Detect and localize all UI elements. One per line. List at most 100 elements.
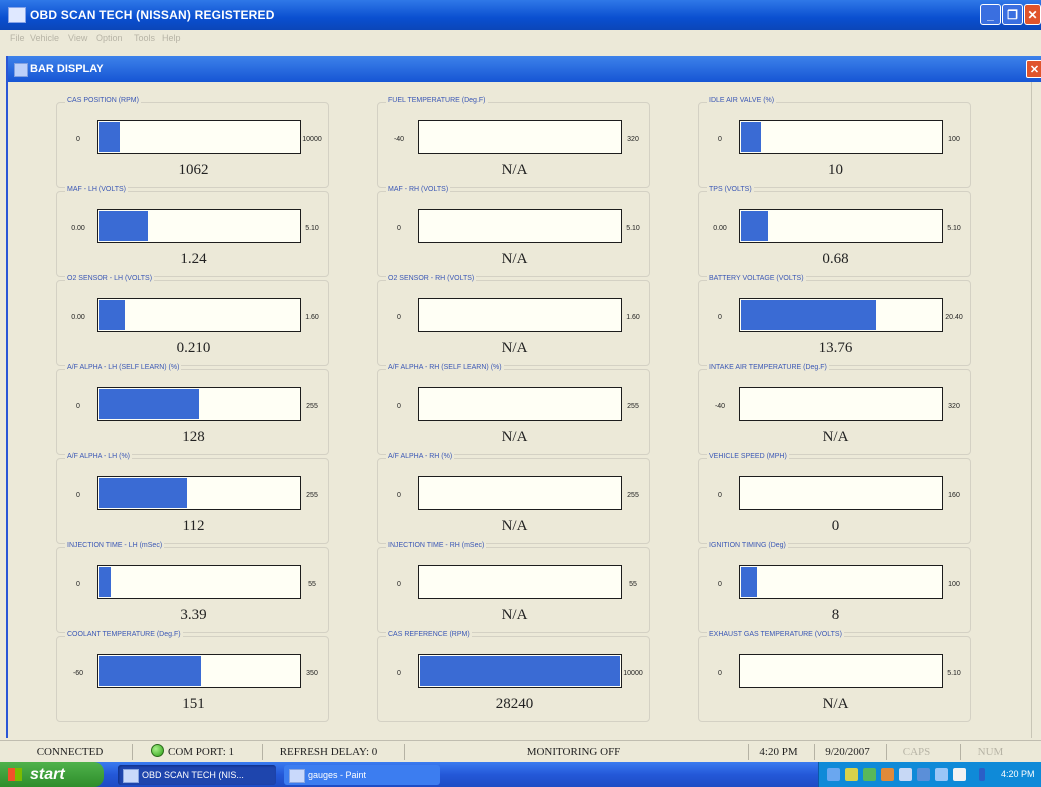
maximize-button[interactable]: ❐ [1002, 4, 1023, 25]
gauge-panel: CAS POSITION (RPM) 0 10000 1062 FUEL TEMPERA… [14, 82, 1032, 738]
gauge-card: A/F ALPHA - RH (SELF LEARN) (%) 0 255 N/A [377, 364, 650, 455]
start-label: start [30, 766, 65, 783]
gauge-bar [97, 476, 301, 510]
caps-indicator: CAPS [886, 744, 946, 760]
gauge-min: 0 [397, 492, 401, 499]
gauge-card: O2 SENSOR - RH (VOLTS) 0 1.60 N/A [377, 275, 650, 366]
gauge-min: -40 [393, 136, 405, 143]
tray-volume-icon[interactable] [899, 768, 912, 781]
gauge-bar [418, 298, 622, 332]
tray-display-icon[interactable] [917, 768, 930, 781]
menu-file[interactable]: File [10, 33, 25, 43]
gauge-label: A/F ALPHA - LH (SELF LEARN) (%) [65, 364, 182, 371]
menu-tools[interactable]: Tools [134, 33, 155, 43]
gauge-bar [418, 476, 622, 510]
gauge-card: INJECTION TIME - LH (mSec) 0 55 3.39 [56, 542, 329, 633]
gauge-min: 0.00 [713, 225, 727, 232]
com-port-label: COM PORT: 1 [167, 746, 235, 758]
gauge-bar [97, 565, 301, 599]
tray-speaker-icon[interactable] [953, 768, 966, 781]
gauge-fill [741, 122, 761, 152]
gauge-fill [420, 656, 620, 686]
gauge-fill [741, 211, 768, 241]
gauge-min: 0 [76, 492, 80, 499]
gauge-value: 28240 [495, 696, 534, 712]
gauge-min: 0 [718, 136, 722, 143]
gauge-value: 151 [182, 696, 205, 712]
windows-logo-icon [8, 768, 22, 781]
bar-display-title-bar[interactable]: BAR DISPLAY ✕ [8, 56, 1041, 82]
gauge-max: 255 [306, 492, 318, 499]
gauge-fill [99, 211, 148, 241]
paint-icon [289, 769, 305, 783]
gauge-bar [418, 654, 622, 688]
gauge-min: 0 [397, 403, 401, 410]
gauge-card: VEHICLE SPEED (MPH) 0 160 0 [698, 453, 971, 544]
gauge-card: IGNITION TIMING (Deg) 0 100 8 [698, 542, 971, 633]
gauge-bar [97, 654, 301, 688]
gauge-card: O2 SENSOR - LH (VOLTS) 0.00 1.60 0.210 [56, 275, 329, 366]
gauge-fill [99, 656, 201, 686]
gauge-max: 350 [306, 670, 318, 677]
gauge-card: TPS (VOLTS) 0.00 5.10 0.68 [698, 186, 971, 277]
gauge-card: FUEL TEMPERATURE (Deg.F) -40 320 N/A [377, 97, 650, 188]
minimize-button[interactable]: _ [980, 4, 1001, 25]
gauge-max: 160 [948, 492, 960, 499]
gauge-card: IDLE AIR VALVE (%) 0 100 10 [698, 97, 971, 188]
tray-arrow-icon[interactable] [827, 768, 840, 781]
gauge-value: 0.210 [176, 340, 211, 356]
taskbar-item-obd-scan-tech[interactable]: OBD SCAN TECH (NIS... [118, 765, 276, 785]
tray-network-icon[interactable] [845, 768, 858, 781]
gauge-min: 0 [397, 225, 401, 232]
gauge-value: 0 [831, 518, 840, 534]
gauge-label: EXHAUST GAS TEMPERATURE (VOLTS) [707, 631, 844, 638]
gauge-max: 20.40 [945, 314, 963, 321]
gauge-bar [739, 120, 943, 154]
gauge-label: A/F ALPHA - LH (%) [65, 453, 133, 460]
gauge-value: N/A [501, 429, 528, 445]
taskbar-item-paint[interactable]: gauges - Paint [284, 765, 440, 785]
gauge-bar [739, 565, 943, 599]
gauge-label: TPS (VOLTS) [707, 186, 754, 193]
menu-help[interactable]: Help [162, 33, 181, 43]
gauge-value: 1.24 [180, 251, 207, 267]
app-icon [123, 769, 139, 783]
gauge-fill [99, 567, 111, 597]
gauge-max: 5.10 [305, 225, 319, 232]
close-button[interactable]: ✕ [1024, 4, 1041, 25]
menu-view[interactable]: View [68, 33, 87, 43]
tray-monitor-icon[interactable] [935, 768, 948, 781]
taskbar-clock: 4:20 PM [1001, 769, 1035, 779]
close-icon[interactable]: ✕ [1026, 60, 1041, 78]
taskbar: start OBD SCAN TECH (NIS... gauges - Pai… [0, 762, 1041, 787]
start-button[interactable]: start [0, 762, 104, 787]
gauge-label: INJECTION TIME - RH (mSec) [386, 542, 487, 549]
menu-option[interactable]: Option [96, 33, 123, 43]
title-bar[interactable]: OBD SCAN TECH (NISSAN) REGISTERED _ ❐ ✕ [0, 0, 1041, 30]
refresh-delay-status: REFRESH DELAY: 0 [262, 744, 394, 760]
gauge-max: 320 [948, 403, 960, 410]
gauge-min: 0.00 [71, 314, 85, 321]
menu-vehicle[interactable]: Vehicle [30, 33, 59, 43]
app-icon [8, 7, 26, 23]
gauge-bar [418, 565, 622, 599]
gauge-card: A/F ALPHA - LH (SELF LEARN) (%) 0 255 128 [56, 364, 329, 455]
gauge-card: MAF - LH (VOLTS) 0.00 5.10 1.24 [56, 186, 329, 277]
gauge-max: 55 [308, 581, 316, 588]
gauge-card: CAS POSITION (RPM) 0 10000 1062 [56, 97, 329, 188]
gauge-value: N/A [822, 429, 849, 445]
gauge-max: 10000 [302, 136, 322, 143]
gauge-bar [418, 387, 622, 421]
gauge-max: 55 [629, 581, 637, 588]
gauge-bar [739, 654, 943, 688]
com-port-status: COM PORT: 1 [132, 744, 252, 760]
gauge-value: 112 [182, 518, 205, 534]
bar-display-window: BAR DISPLAY ✕ CAS POSITION (RPM) 0 10000 10… [6, 56, 1041, 738]
bar-display-title: BAR DISPLAY [30, 63, 104, 75]
gauge-min: -40 [714, 403, 726, 410]
gauge-max: 100 [948, 136, 960, 143]
gauge-fill [99, 300, 125, 330]
window-icon [14, 63, 28, 77]
tray-app-icon[interactable] [881, 768, 894, 781]
tray-shield-icon[interactable] [863, 768, 876, 781]
